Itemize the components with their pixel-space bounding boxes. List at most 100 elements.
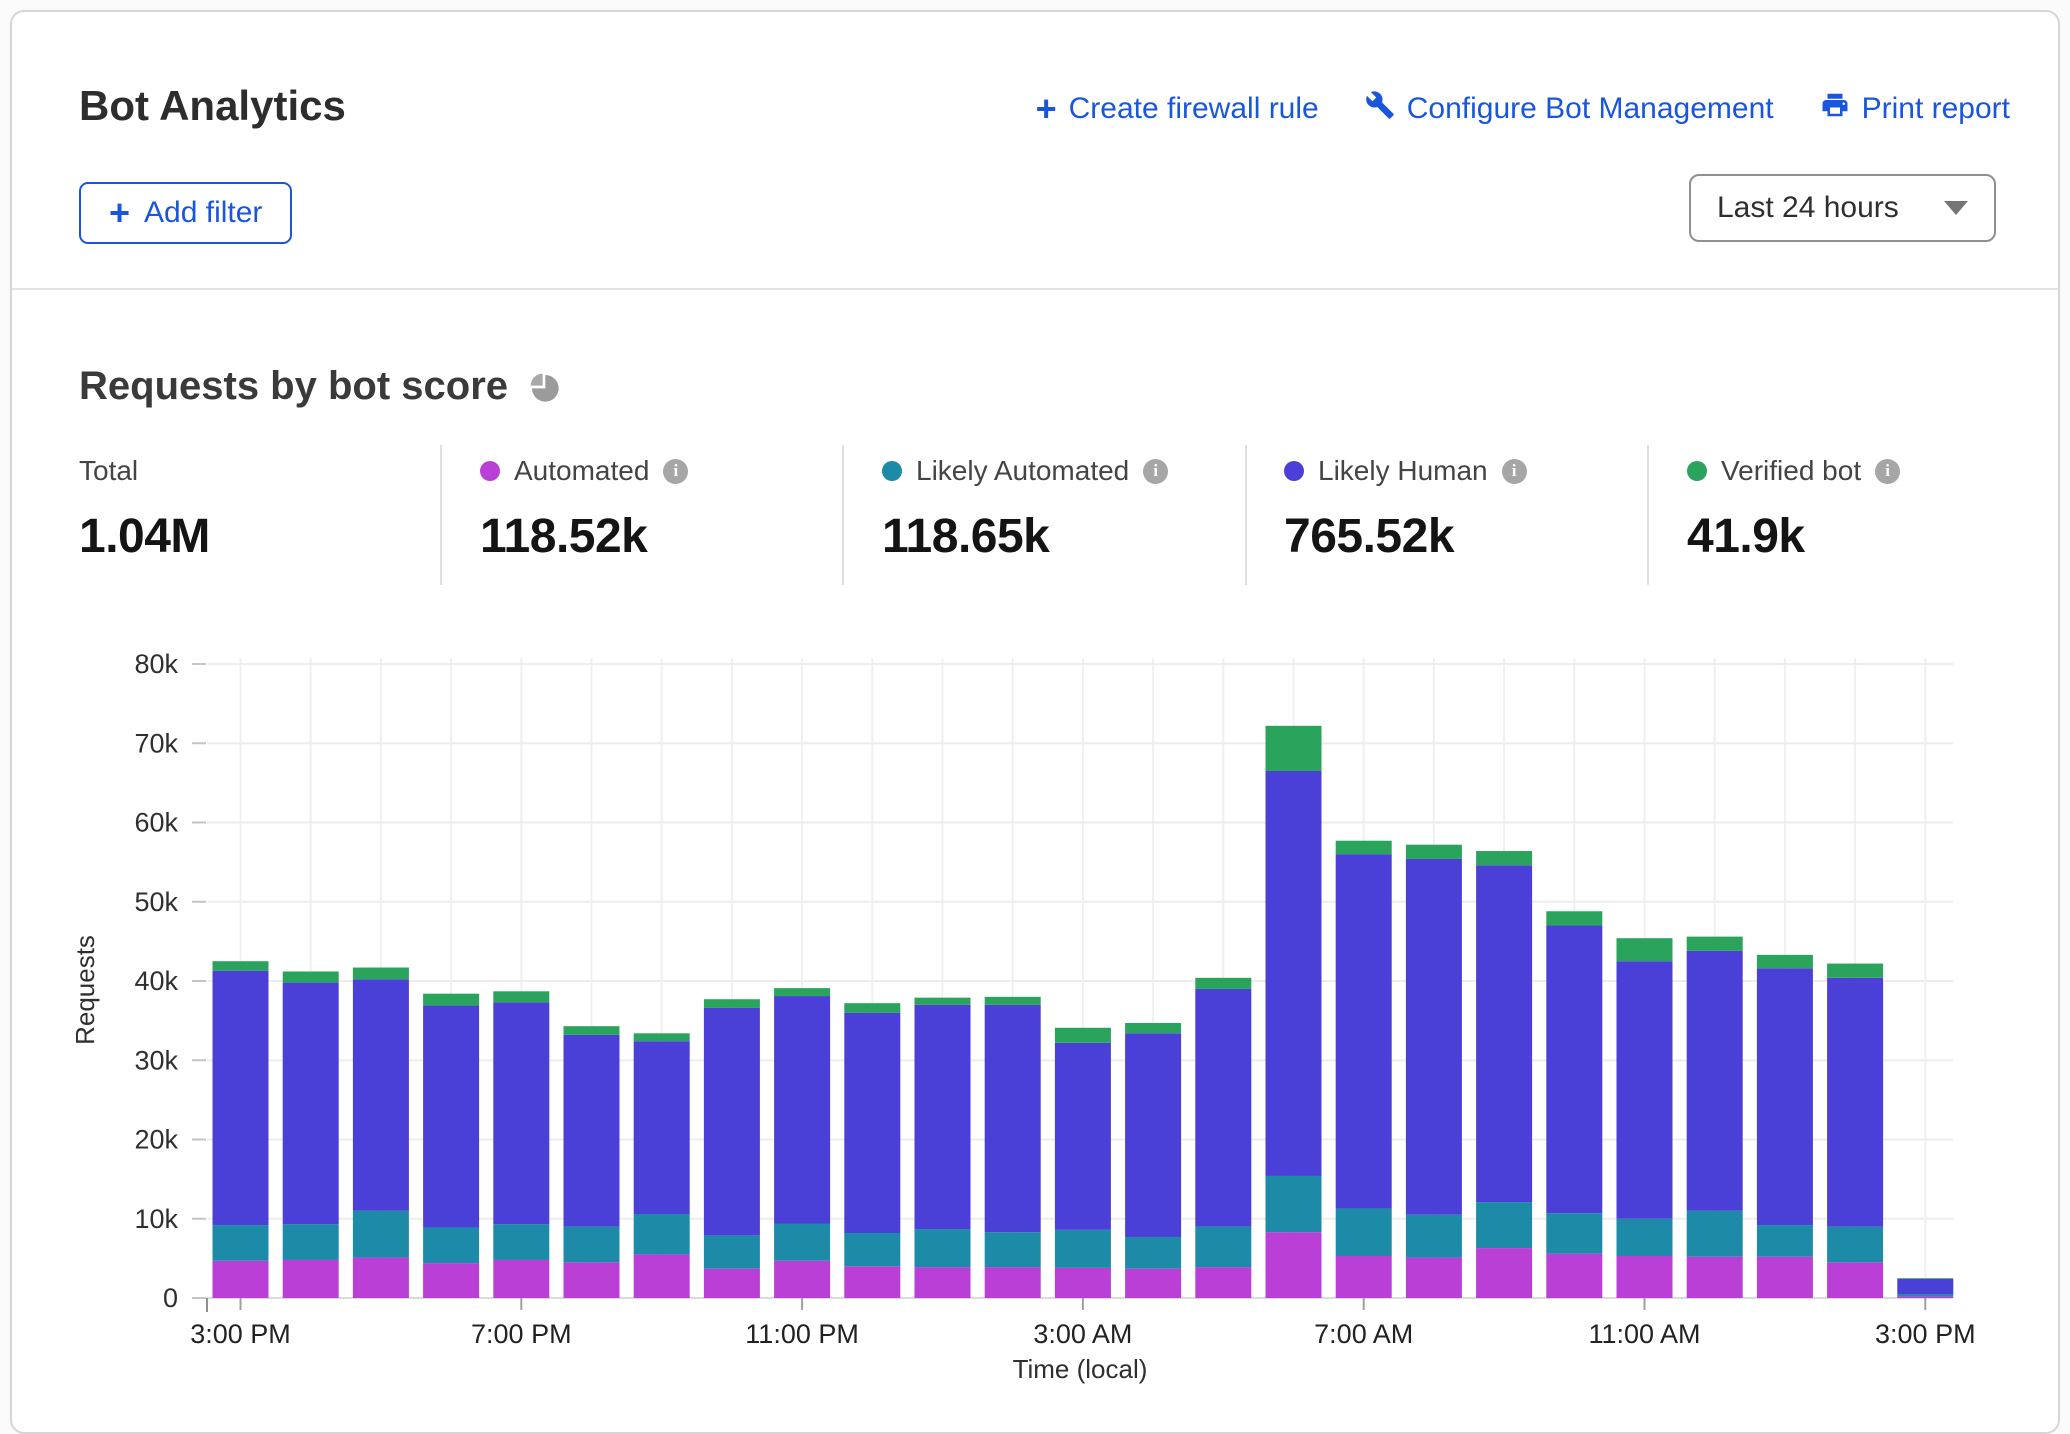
bar-segment[interactable] <box>564 1262 620 1298</box>
bar-segment[interactable] <box>1336 841 1392 854</box>
bar-segment[interactable] <box>915 1229 971 1267</box>
bar-segment[interactable] <box>915 1005 971 1229</box>
bar-segment[interactable] <box>704 999 760 1008</box>
bar-segment[interactable] <box>493 1224 549 1260</box>
bar-segment[interactable] <box>1476 1202 1532 1248</box>
bar-segment[interactable] <box>1897 1294 1953 1296</box>
bar-segment[interactable] <box>1897 1278 1953 1279</box>
bar-segment[interactable] <box>283 1224 339 1260</box>
bar-segment[interactable] <box>1336 1208 1392 1256</box>
bar-segment[interactable] <box>1266 1232 1322 1298</box>
bar-segment[interactable] <box>1757 955 1813 968</box>
bar-segment[interactable] <box>844 1266 900 1298</box>
bar-segment[interactable] <box>634 1041 690 1214</box>
info-icon[interactable]: i <box>1875 459 1900 484</box>
bar-segment[interactable] <box>423 1227 479 1263</box>
bar-segment[interactable] <box>985 1267 1041 1298</box>
bar-segment[interactable] <box>1406 845 1462 859</box>
bar-segment[interactable] <box>1546 911 1602 925</box>
bar-column-23[interactable] <box>1827 964 1883 1298</box>
bar-segment[interactable] <box>1266 726 1322 771</box>
bar-segment[interactable] <box>283 1260 339 1298</box>
bar-segment[interactable] <box>1757 1225 1813 1257</box>
bar-segment[interactable] <box>1406 1258 1462 1298</box>
bar-segment[interactable] <box>1266 771 1322 1176</box>
bar-segment[interactable] <box>1195 1227 1251 1267</box>
bar-column-9[interactable] <box>844 1003 900 1298</box>
bar-segment[interactable] <box>1055 1028 1111 1043</box>
bar-segment[interactable] <box>493 1002 549 1224</box>
bar-segment[interactable] <box>493 1260 549 1298</box>
bar-column-19[interactable] <box>1546 911 1602 1298</box>
bar-column-3[interactable] <box>423 994 479 1298</box>
bar-column-14[interactable] <box>1195 978 1251 1298</box>
bar-column-17[interactable] <box>1406 845 1462 1298</box>
bar-segment[interactable] <box>1546 1254 1602 1298</box>
bar-segment[interactable] <box>985 997 1041 1005</box>
bar-column-8[interactable] <box>774 988 830 1298</box>
bar-segment[interactable] <box>1617 1219 1673 1256</box>
bar-segment[interactable] <box>844 1003 900 1013</box>
bar-column-2[interactable] <box>353 968 409 1298</box>
bar-segment[interactable] <box>634 1214 690 1254</box>
bar-column-4[interactable] <box>493 991 549 1298</box>
bar-segment[interactable] <box>1687 951 1743 1211</box>
bar-segment[interactable] <box>1687 1211 1743 1257</box>
bar-segment[interactable] <box>213 971 269 1225</box>
bar-segment[interactable] <box>1757 1257 1813 1298</box>
bar-segment[interactable] <box>1195 978 1251 989</box>
bar-column-5[interactable] <box>564 1026 620 1298</box>
bar-column-10[interactable] <box>915 998 971 1298</box>
bar-segment[interactable] <box>1055 1230 1111 1268</box>
bar-segment[interactable] <box>423 994 479 1006</box>
bar-segment[interactable] <box>1827 978 1883 1227</box>
bar-segment[interactable] <box>1195 989 1251 1227</box>
bar-segment[interactable] <box>1827 964 1883 978</box>
bar-segment[interactable] <box>353 1258 409 1298</box>
bar-segment[interactable] <box>1336 854 1392 1208</box>
bar-segment[interactable] <box>1687 1257 1743 1298</box>
bar-segment[interactable] <box>493 991 549 1002</box>
bar-column-18[interactable] <box>1476 851 1532 1298</box>
info-icon[interactable]: i <box>1502 459 1527 484</box>
bar-column-16[interactable] <box>1336 841 1392 1298</box>
bar-segment[interactable] <box>1827 1227 1883 1263</box>
bar-segment[interactable] <box>353 1211 409 1258</box>
bar-segment[interactable] <box>1266 1176 1322 1232</box>
configure-bot-management-link[interactable]: Configure Bot Management <box>1365 90 1774 128</box>
bar-segment[interactable] <box>1406 859 1462 1215</box>
bar-segment[interactable] <box>985 1005 1041 1232</box>
bar-segment[interactable] <box>283 983 339 1225</box>
bar-segment[interactable] <box>353 968 409 980</box>
bar-segment[interactable] <box>423 1263 479 1298</box>
bar-segment[interactable] <box>1476 851 1532 865</box>
bar-column-22[interactable] <box>1757 955 1813 1298</box>
bar-column-20[interactable] <box>1617 938 1673 1298</box>
bar-segment[interactable] <box>213 1261 269 1298</box>
bar-segment[interactable] <box>564 1026 620 1035</box>
bar-segment[interactable] <box>774 988 830 996</box>
bar-segment[interactable] <box>1336 1256 1392 1298</box>
bar-segment[interactable] <box>1617 938 1673 961</box>
bar-segment[interactable] <box>564 1035 620 1227</box>
time-range-dropdown[interactable]: Last 24 hours <box>1689 174 1996 242</box>
bar-segment[interactable] <box>1757 968 1813 1225</box>
bar-segment[interactable] <box>1125 1023 1181 1033</box>
bar-segment[interactable] <box>1687 937 1743 951</box>
bar-segment[interactable] <box>774 1224 830 1261</box>
bar-column-21[interactable] <box>1687 937 1743 1298</box>
bar-segment[interactable] <box>1125 1269 1181 1298</box>
bar-segment[interactable] <box>844 1233 900 1266</box>
bar-column-7[interactable] <box>704 999 760 1298</box>
bar-segment[interactable] <box>1476 1248 1532 1298</box>
bar-segment[interactable] <box>1617 961 1673 1219</box>
bar-column-15[interactable] <box>1266 726 1322 1298</box>
bar-segment[interactable] <box>1827 1262 1883 1298</box>
bar-segment[interactable] <box>283 971 339 982</box>
bar-segment[interactable] <box>1406 1215 1462 1258</box>
bar-segment[interactable] <box>1897 1296 1953 1298</box>
bar-segment[interactable] <box>1617 1256 1673 1298</box>
bar-segment[interactable] <box>1546 926 1602 1214</box>
bar-segment[interactable] <box>844 1013 900 1233</box>
bar-segment[interactable] <box>774 1261 830 1298</box>
